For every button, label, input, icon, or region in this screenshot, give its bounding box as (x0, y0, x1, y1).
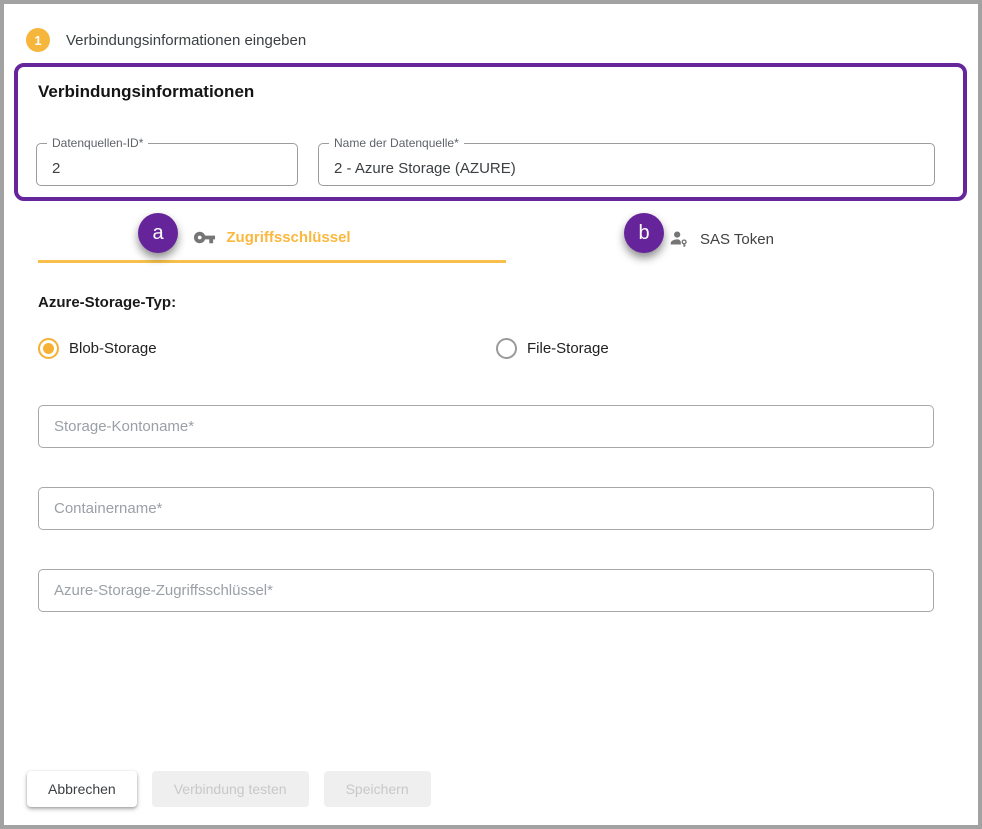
datasource-name-label: Name der Datenquelle* (329, 136, 464, 151)
radio-blob-storage-control[interactable] (38, 338, 59, 359)
radio-blob-storage-label: Blob-Storage (69, 340, 157, 357)
storage-account-input[interactable] (38, 405, 934, 448)
access-key-input[interactable] (38, 569, 934, 612)
save-button[interactable]: Speichern (324, 771, 431, 807)
radio-selected-dot (43, 343, 54, 354)
datasource-id-field: Datenquellen-ID* (36, 143, 298, 186)
tab-zugriffsschluessel-label: Zugriffsschlüssel (226, 229, 350, 246)
tab-zugriffsschluessel[interactable]: Zugriffsschlüssel (38, 215, 506, 263)
key-icon (193, 226, 216, 249)
annotation-b-badge: b (624, 213, 664, 253)
radio-file-storage[interactable]: File-Storage (496, 338, 609, 359)
person-key-icon (668, 228, 690, 250)
dialog-frame: 1 Verbindungsinformationen eingeben Verb… (0, 0, 982, 829)
step-indicator: 1 Verbindungsinformationen eingeben (26, 28, 306, 52)
step-number-badge: 1 (26, 28, 50, 52)
step-label: Verbindungsinformationen eingeben (66, 32, 306, 49)
cancel-button[interactable]: Abbrechen (27, 771, 137, 807)
datasource-name-field: Name der Datenquelle* (318, 143, 935, 186)
test-connection-button[interactable]: Verbindung testen (152, 771, 309, 807)
connection-info-box: Verbindungsinformationen Datenquellen-ID… (14, 63, 967, 201)
tab-sas-token[interactable]: SAS Token (506, 215, 936, 263)
tab-sas-token-label: SAS Token (700, 231, 774, 248)
radio-file-storage-label: File-Storage (527, 340, 609, 357)
storage-type-label: Azure-Storage-Typ: (38, 294, 176, 311)
radio-file-storage-control[interactable] (496, 338, 517, 359)
annotation-a-badge: a (138, 213, 178, 253)
action-button-row: Abbrechen Verbindung testen Speichern (27, 771, 431, 807)
radio-blob-storage[interactable]: Blob-Storage (38, 338, 157, 359)
container-name-input[interactable] (38, 487, 934, 530)
datasource-id-label: Datenquellen-ID* (47, 136, 148, 151)
connection-info-title: Verbindungsinformationen (38, 82, 254, 102)
